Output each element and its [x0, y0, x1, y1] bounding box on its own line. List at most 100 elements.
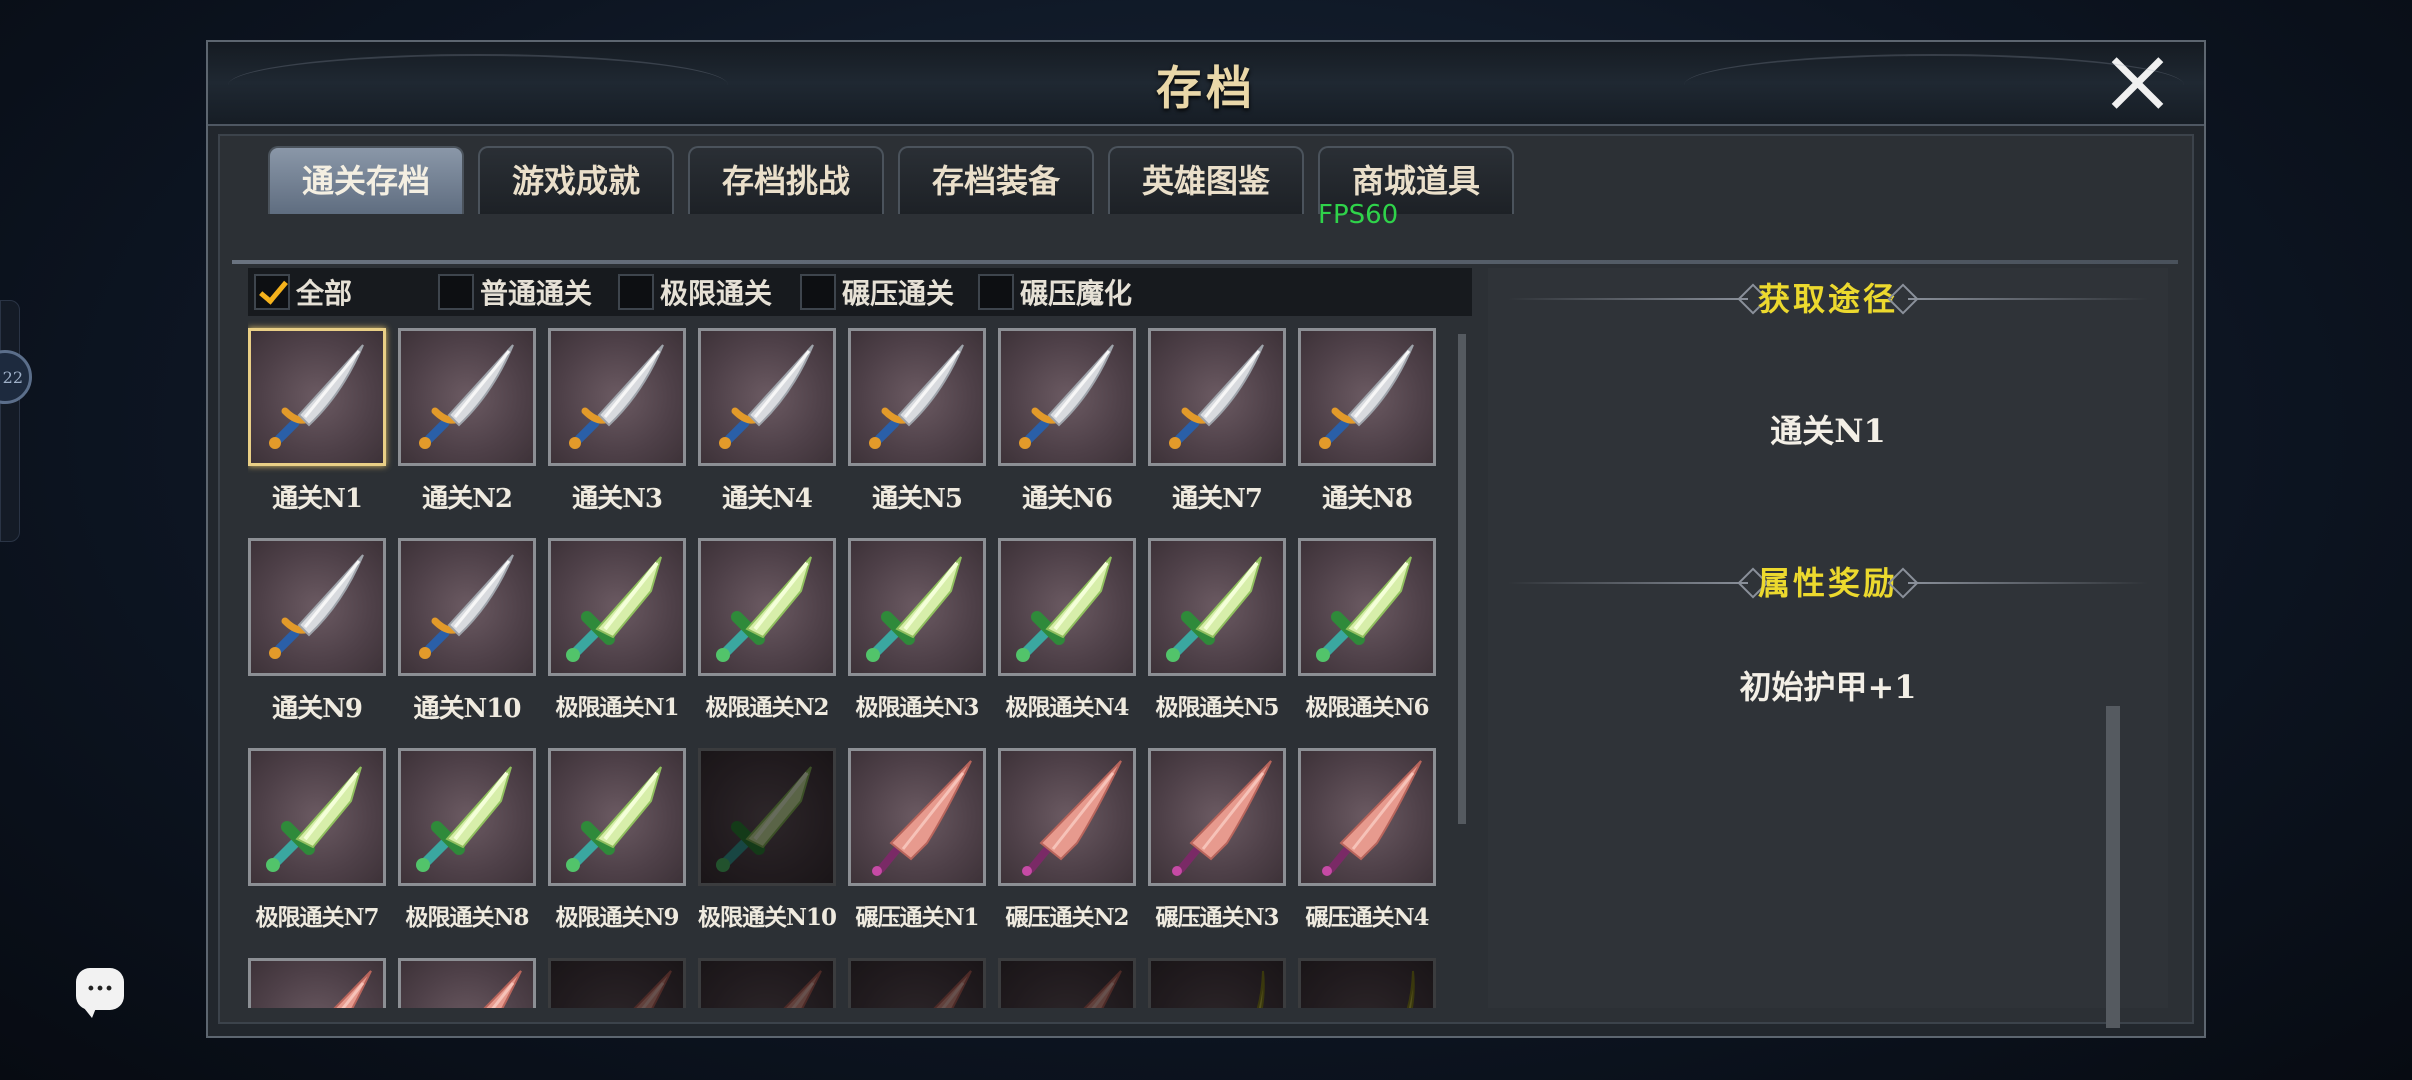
archive-item[interactable]: 极限通关N8: [398, 748, 548, 932]
checkbox-icon[interactable]: [438, 274, 474, 310]
item-label: 碾压通关N1: [855, 904, 979, 931]
crimson-blade-icon: [698, 958, 836, 1008]
golden-scimitar-icon: [1148, 958, 1286, 1008]
filter-crush-demonized[interactable]: 碾压魔化: [978, 272, 1132, 312]
window-title: 存档: [1156, 61, 1256, 115]
item-label: 通关N1: [272, 484, 363, 514]
crimson-blade-icon: [1148, 748, 1286, 886]
side-floating-badge[interactable]: 22: [0, 350, 32, 404]
side-drawer-handle[interactable]: [0, 300, 20, 542]
jade-sword-icon: [1298, 538, 1436, 676]
filter-extreme-clear[interactable]: 极限通关: [618, 272, 772, 312]
tab-hero-codex[interactable]: 英雄图鉴: [1108, 146, 1304, 214]
crimson-blade-icon: [848, 748, 986, 886]
archive-item[interactable]: [698, 958, 848, 1008]
item-label: 极限通关N9: [555, 904, 679, 931]
archive-item[interactable]: 碾压通关N3: [1148, 748, 1298, 932]
close-icon[interactable]: [2108, 54, 2166, 112]
golden-scimitar-icon: [1298, 958, 1436, 1008]
archive-item[interactable]: 通关N3: [548, 328, 698, 515]
archive-item[interactable]: 碾压通关N4: [1298, 748, 1448, 932]
jade-sword-icon: [248, 748, 386, 886]
item-label: 极限通关N5: [1155, 694, 1279, 721]
tab-archive-equipment[interactable]: 存档装备: [898, 146, 1094, 214]
archive-item[interactable]: [248, 958, 398, 1008]
filter-label: 碾压魔化: [1020, 277, 1133, 310]
archive-item[interactable]: 极限通关N7: [248, 748, 398, 932]
detail-scrollbar[interactable]: [2106, 706, 2120, 1028]
tab-clear-archive[interactable]: 通关存档: [268, 146, 464, 214]
checkbox-icon[interactable]: [618, 274, 654, 310]
reward-heading-text: 属性奖励: [1757, 564, 1898, 602]
filter-all[interactable]: 全部: [254, 272, 352, 312]
archive-item[interactable]: 通关N9: [248, 538, 398, 725]
archive-item[interactable]: 极限通关N6: [1298, 538, 1448, 722]
archive-item[interactable]: [548, 958, 698, 1008]
jade-sword-icon: [1148, 538, 1286, 676]
checkbox-icon[interactable]: [254, 274, 290, 310]
item-label: 极限通关N4: [1005, 694, 1129, 721]
archive-item[interactable]: [1148, 958, 1298, 1008]
reward-value: 初始护甲+1: [1739, 668, 1917, 706]
archive-item[interactable]: [848, 958, 998, 1008]
item-label: 通关N5: [872, 484, 963, 514]
jade-sword-icon: [848, 538, 986, 676]
archive-item[interactable]: 通关N2: [398, 328, 548, 515]
crimson-blade-icon: [1298, 748, 1436, 886]
archive-item[interactable]: 极限通关N2: [698, 538, 848, 722]
item-label: 通关N9: [272, 694, 363, 724]
filter-crush-clear[interactable]: 碾压通关: [800, 272, 954, 312]
filter-normal-clear[interactable]: 普通通关: [438, 272, 592, 312]
side-badge-text: 22: [2, 367, 23, 387]
tab-underline: [232, 260, 2178, 264]
reward-heading: 属性奖励: [1488, 560, 2168, 606]
jade-sword-icon: [698, 538, 836, 676]
filter-label: 普通通关: [480, 277, 593, 310]
checkbox-icon[interactable]: [978, 274, 1014, 310]
archive-item[interactable]: 碾压通关N2: [998, 748, 1148, 932]
archive-item[interactable]: 极限通关N1: [548, 538, 698, 722]
item-label: 极限通关N7: [255, 904, 379, 931]
silver-dagger-icon: [398, 538, 536, 676]
checkbox-icon[interactable]: [800, 274, 836, 310]
tab-achievements[interactable]: 游戏成就: [478, 146, 674, 214]
archive-item[interactable]: [398, 958, 548, 1008]
archive-item[interactable]: 极限通关N9: [548, 748, 698, 932]
archive-item[interactable]: 通关N5: [848, 328, 998, 515]
chat-bubble-icon[interactable]: ···: [76, 968, 124, 1018]
archive-item[interactable]: 通关N10: [398, 538, 548, 725]
silver-dagger-icon: [1298, 328, 1436, 466]
archive-item[interactable]: 通关N8: [1298, 328, 1448, 515]
archive-item[interactable]: 通关N6: [998, 328, 1148, 515]
archive-item[interactable]: 通关N7: [1148, 328, 1298, 515]
jade-sword-icon: [998, 538, 1136, 676]
archive-item[interactable]: 极限通关N5: [1148, 538, 1298, 722]
archive-item[interactable]: 极限通关N10: [698, 748, 848, 932]
filter-label: 极限通关: [660, 277, 773, 310]
jade-sword-icon: [548, 538, 686, 676]
item-label: 碾压通关N2: [1005, 904, 1129, 931]
item-label: 通关N4: [722, 484, 813, 514]
crimson-blade-icon: [998, 748, 1136, 886]
crimson-blade-icon: [548, 958, 686, 1008]
archive-item[interactable]: [1298, 958, 1448, 1008]
item-label: 通关N3: [572, 484, 663, 514]
archive-window: 存档 通关存档 游戏成就 存档挑战 存档装备 英雄图鉴 商城道具 全部 普通通关…: [206, 40, 2206, 1038]
content-frame: 通关存档 游戏成就 存档挑战 存档装备 英雄图鉴 商城道具 全部 普通通关 极限…: [218, 134, 2194, 1028]
silver-dagger-icon: [248, 328, 386, 466]
item-label: 碾压通关N4: [1305, 904, 1429, 931]
grid-scrollbar[interactable]: [1458, 334, 1466, 824]
archive-item[interactable]: 通关N1: [248, 328, 398, 515]
crimson-blade-icon: [998, 958, 1136, 1008]
archive-item[interactable]: [998, 958, 1148, 1008]
silver-dagger-icon: [698, 328, 836, 466]
archive-item[interactable]: 极限通关N4: [998, 538, 1148, 722]
jade-sword-icon: [548, 748, 686, 886]
tab-archive-challenge[interactable]: 存档挑战: [688, 146, 884, 214]
archive-item[interactable]: 碾压通关N1: [848, 748, 998, 932]
jade-sword-icon: [398, 748, 536, 886]
item-label: 极限通关N8: [405, 904, 529, 931]
archive-item[interactable]: 通关N4: [698, 328, 848, 515]
archive-item[interactable]: 极限通关N3: [848, 538, 998, 722]
item-label: 极限通关N10: [698, 904, 837, 931]
